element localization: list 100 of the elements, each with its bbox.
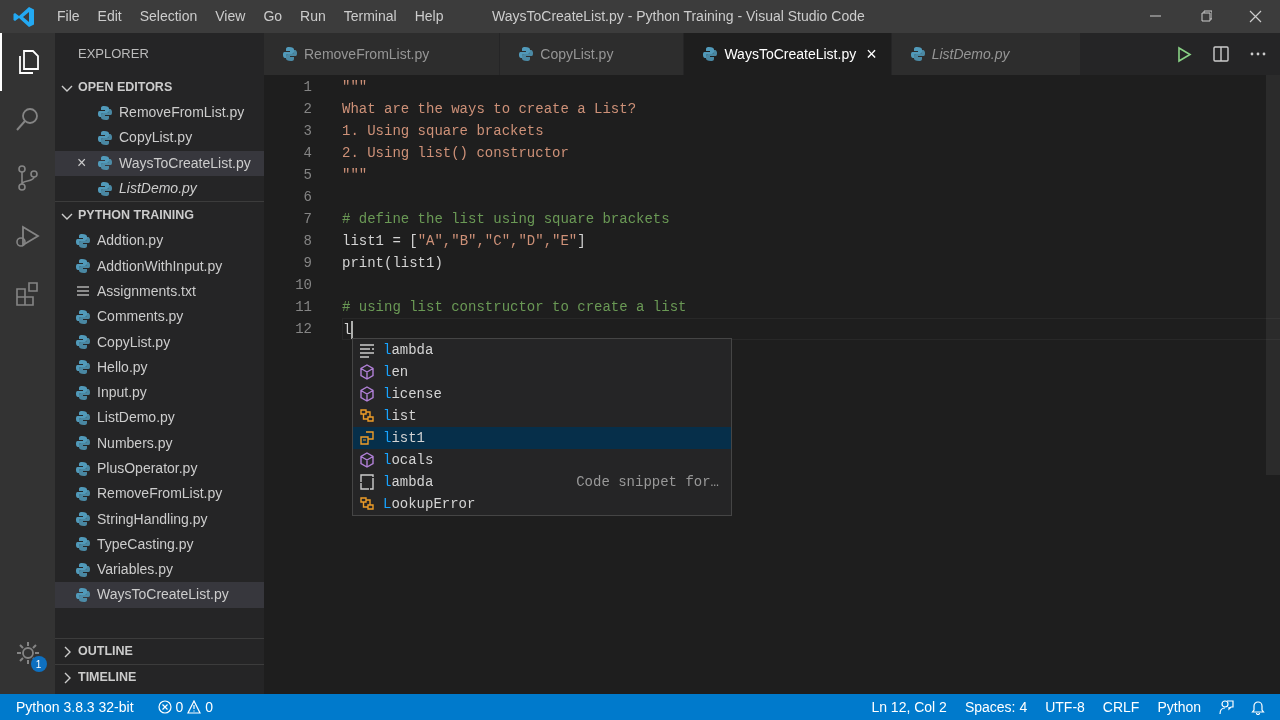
section-header[interactable]: OUTLINE	[55, 639, 264, 664]
status-item[interactable]: Spaces: 4	[955, 696, 1037, 718]
sidebar-item[interactable]: Input.py	[55, 379, 264, 406]
suggestion-item[interactable]: locals	[353, 449, 731, 471]
suggestion-item[interactable]: LookupError	[353, 493, 731, 515]
line-number: 4	[302, 144, 312, 163]
menu-item[interactable]: View	[206, 6, 255, 27]
warning-icon	[187, 700, 202, 714]
menu-item[interactable]: Edit	[88, 6, 131, 27]
editor-tab[interactable]: WaysToCreateList.py ×	[684, 33, 892, 75]
status-item[interactable]: Python	[1148, 696, 1210, 718]
python-file-icon	[75, 359, 91, 376]
code-line: print(list1)	[342, 254, 444, 273]
keyword-icon	[359, 342, 375, 358]
sidebar-item[interactable]: Hello.py	[55, 354, 264, 380]
sidebar-item[interactable]: ListDemo.py	[55, 405, 264, 431]
python-file-icon	[75, 258, 91, 275]
code-line: 2. Using list() constructor	[342, 144, 570, 163]
snippet-icon	[359, 474, 375, 490]
line-number: 11	[294, 298, 312, 317]
cube-icon	[359, 386, 375, 402]
notification-count: 1	[30, 656, 47, 672]
code-line: list1 = ["A","B","C","D","E"]	[342, 232, 587, 251]
status-item[interactable]: UTF-8	[1036, 696, 1094, 718]
sidebar-item[interactable]: Assignments.txt	[55, 278, 264, 305]
status-item[interactable]: Ln 12, Col 2	[862, 696, 956, 718]
line-number: 8	[302, 232, 312, 251]
line-number: 9	[302, 254, 312, 273]
python-file-icon	[518, 46, 535, 62]
sidebar-item[interactable]: Comments.py	[55, 304, 264, 330]
sidebar-title: EXPLORER	[77, 45, 150, 64]
sidebar-item[interactable]: Addtion.py	[55, 228, 264, 254]
editor-tab[interactable]: ListDemo.py	[891, 33, 1081, 75]
line-number: 2	[302, 100, 312, 119]
menu-item[interactable]: Help	[405, 6, 453, 27]
python-file-icon	[702, 46, 719, 62]
status-item[interactable]: CRLF	[1093, 696, 1149, 718]
line-number: 10	[294, 276, 312, 295]
sidebar-item[interactable]: WaysToCreateList.py	[55, 582, 264, 608]
bell-icon[interactable]	[1250, 699, 1266, 715]
close-button[interactable]: ×	[866, 40, 877, 68]
status-item[interactable]: Python 3.8.3 32-bit	[8, 696, 142, 718]
menu-item[interactable]: File	[48, 6, 89, 27]
python-file-icon	[75, 511, 91, 528]
sidebar-item[interactable]: AddtionWithInput.py	[55, 253, 264, 279]
sidebar-item[interactable]: Variables.py	[55, 557, 264, 583]
window-title: WaysToCreateList.py - Python Training - Visual Studio Code	[492, 7, 865, 26]
split-editor-icon[interactable]	[1213, 46, 1229, 62]
sidebar-item[interactable]: PlusOperator.py	[55, 455, 264, 482]
python-file-icon	[75, 334, 91, 350]
close-icon[interactable]	[1248, 10, 1262, 23]
class-icon	[359, 496, 375, 512]
sidebar-item[interactable]: ListDemo.py	[55, 175, 264, 202]
section-header[interactable]: PYTHON TRAINING	[55, 203, 264, 229]
sidebar-item[interactable]: CopyList.py	[55, 125, 264, 151]
python-file-icon	[75, 409, 91, 426]
python-file-icon	[97, 180, 113, 197]
python-file-icon	[75, 587, 91, 603]
suggestion-detail: Code snippet for…	[576, 472, 719, 492]
problems-status[interactable]: 0 0	[149, 696, 222, 718]
feedback-icon[interactable]	[1218, 699, 1234, 715]
run-icon[interactable]	[1176, 45, 1192, 63]
error-icon	[157, 700, 172, 714]
sidebar-item[interactable]: StringHandling.py	[55, 506, 264, 532]
sidebar-item[interactable]: RemoveFromList.py	[55, 100, 264, 126]
menu-item[interactable]: Terminal	[334, 6, 406, 27]
menu-item[interactable]: Run	[291, 6, 335, 27]
suggestion-item[interactable]: lambda Code snippet for…	[353, 471, 731, 493]
line-number: 12	[294, 320, 312, 339]
code-line: 1. Using square brackets	[342, 122, 545, 141]
menu-item[interactable]: Selection	[130, 6, 207, 27]
python-file-icon	[75, 232, 91, 249]
section-header[interactable]: TIMELINE	[55, 665, 264, 690]
python-file-icon	[75, 460, 91, 477]
sidebar-item[interactable]: Numbers.py	[55, 430, 264, 456]
code-line: """	[342, 166, 369, 185]
suggestion-item[interactable]: list	[353, 405, 731, 427]
line-number: 1	[302, 78, 312, 97]
suggestion-item[interactable]: lambda	[353, 339, 731, 361]
close-button[interactable]: ×	[77, 154, 87, 172]
editor-tab[interactable]: RemoveFromList.py	[264, 33, 501, 75]
sidebar-item[interactable]: × WaysToCreateList.py	[55, 150, 264, 176]
app-logo-icon	[12, 4, 36, 29]
restore-icon[interactable]	[1198, 10, 1212, 23]
line-number: 5	[302, 166, 312, 185]
sidebar-item[interactable]: TypeCasting.py	[55, 531, 264, 558]
suggestion-item[interactable]: license	[353, 383, 731, 405]
python-file-icon	[75, 384, 91, 401]
section-header[interactable]: OPEN EDITORS	[55, 75, 264, 100]
menu-item[interactable]: Go	[254, 6, 292, 27]
suggestion-item[interactable]: list1	[353, 427, 731, 449]
sidebar-item[interactable]: CopyList.py	[55, 329, 264, 355]
line-number: 3	[302, 122, 312, 141]
code-line: # define the list using square brackets	[342, 210, 671, 229]
python-file-icon	[75, 308, 91, 325]
sidebar-item[interactable]: RemoveFromList.py	[55, 481, 264, 507]
suggestion-item[interactable]: len	[353, 361, 731, 383]
editor-tab[interactable]: CopyList.py	[500, 33, 685, 75]
python-file-icon	[75, 435, 91, 452]
code-line: # using list constructor to create a list	[342, 298, 688, 317]
